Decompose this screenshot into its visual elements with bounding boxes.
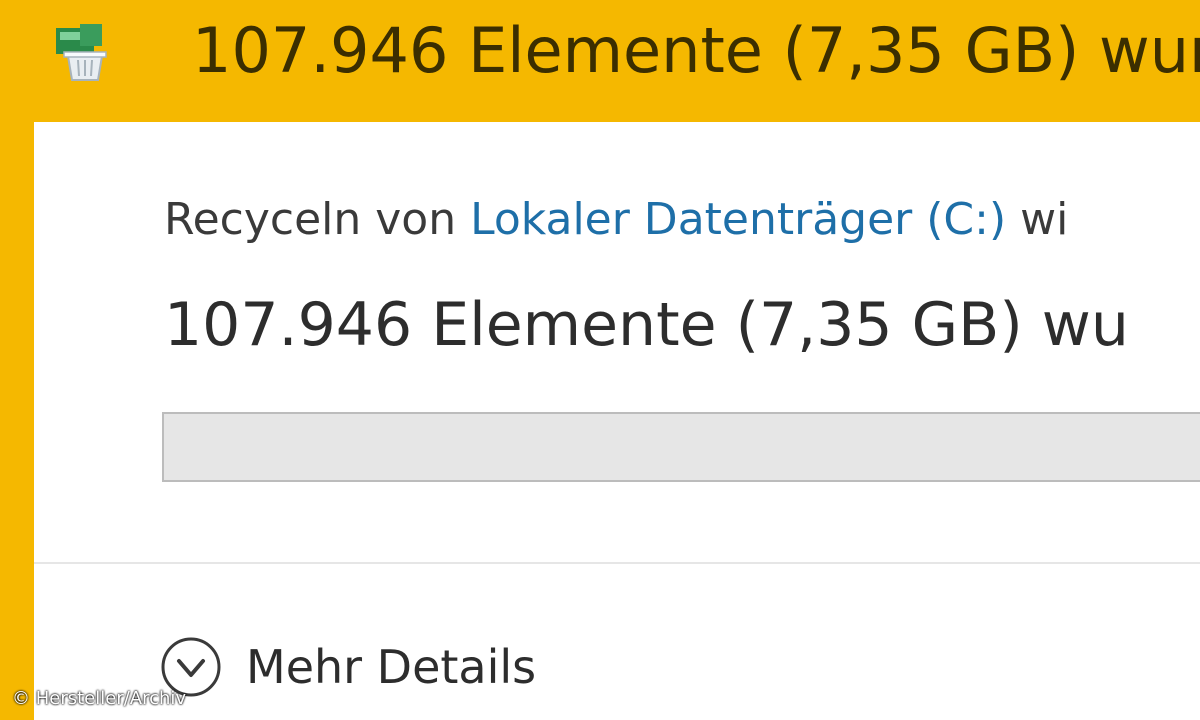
location-link[interactable]: Lokaler Datenträger (C:) [470,194,1006,245]
status-prefix: Recyceln von [164,194,457,245]
dialog-content: Recyceln von Lokaler Datenträger (C:) wi… [34,122,1200,720]
more-details-label: Mehr Details [246,640,537,694]
progress-bar [162,412,1200,482]
window-title: 107.946 Elemente (7,35 GB) wur [192,14,1200,87]
more-details-button[interactable]: Mehr Details [160,632,536,702]
status-line: Recyceln von Lokaler Datenträger (C:) wi [164,192,1068,248]
divider [34,562,1200,564]
recycle-bin-icon [50,14,122,86]
main-message: 107.946 Elemente (7,35 GB) wu [164,290,1129,360]
title-bar[interactable]: 107.946 Elemente (7,35 GB) wur [0,0,1200,122]
file-operation-dialog: 107.946 Elemente (7,35 GB) wur Recyceln … [0,0,1200,720]
watermark: © Hersteller/Archiv [12,688,187,709]
status-suffix: wi [1020,194,1069,245]
